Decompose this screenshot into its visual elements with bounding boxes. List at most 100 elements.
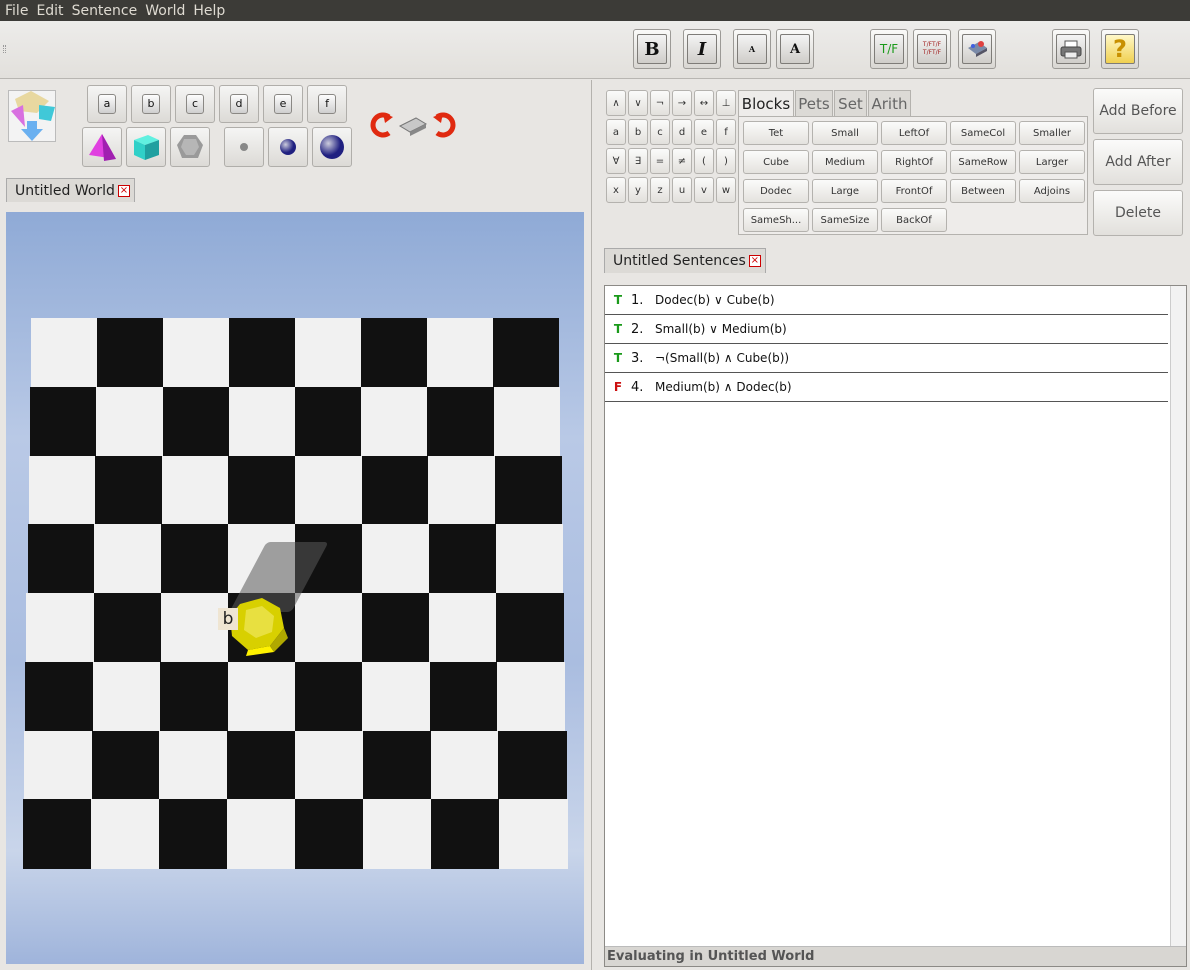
board-square[interactable] [295,455,363,525]
board-square[interactable] [229,318,296,388]
board-square[interactable] [492,318,560,388]
board-square[interactable] [30,386,97,456]
symbol-key[interactable]: b [628,119,648,145]
board-square[interactable] [499,799,568,869]
board-square[interactable] [228,386,296,456]
board-square[interactable] [495,524,563,594]
predicate-button[interactable]: RightOf [881,150,947,174]
predicate-button[interactable]: SameCol [950,121,1016,145]
symbol-key[interactable]: f [716,119,736,145]
board-square[interactable] [295,799,364,869]
toolbar-grip[interactable] [3,45,6,53]
predicate-button[interactable]: Medium [812,150,878,174]
predicate-button[interactable]: Larger [1019,150,1085,174]
symbol-key[interactable]: → [672,90,692,116]
large-size-button[interactable] [312,127,352,167]
bold-button[interactable]: B [633,29,671,69]
menu-sentence[interactable]: Sentence [72,3,138,19]
symbol-key[interactable]: ∃ [628,148,648,174]
symbol-key[interactable]: ∨ [628,90,648,116]
tab-arith[interactable]: Arith [868,90,911,116]
symbol-key[interactable]: ⊥ [716,90,736,116]
symbol-key[interactable]: ∧ [606,90,626,116]
sentence-row[interactable]: T 1. Dodec(b) ∨ Cube(b) [605,286,1168,315]
sentence-row[interactable]: F 4. Medium(b) ∧ Dodec(b) [605,373,1168,402]
board-square[interactable] [429,593,497,663]
board-square[interactable] [22,799,92,869]
board-square[interactable] [362,593,430,663]
predicate-button[interactable]: Dodec [743,179,809,203]
board-square[interactable] [295,593,363,663]
symbol-key[interactable]: ∀ [606,148,626,174]
predicate-button[interactable]: Adjoins [1019,179,1085,203]
symbol-key[interactable]: u [672,177,692,203]
symbol-key[interactable]: e [694,119,714,145]
board-square[interactable] [228,455,296,525]
tab-blocks[interactable]: Blocks [738,90,794,116]
board-square[interactable] [31,318,98,388]
predicate-button[interactable]: Smaller [1019,121,1085,145]
small-size-button[interactable] [224,127,264,167]
predicate-button[interactable]: Tet [743,121,809,145]
tab-pets[interactable]: Pets [795,90,833,116]
symbol-key[interactable]: ≠ [672,148,692,174]
board-square[interactable] [295,318,362,388]
board-square[interactable] [26,593,95,663]
add-before-button[interactable]: Add Before [1093,88,1183,134]
symbol-key[interactable]: y [628,177,648,203]
menu-world[interactable]: World [145,3,185,19]
sentence-text[interactable]: Dodec(b) ∨ Cube(b) [655,293,775,307]
predicate-button[interactable]: Large [812,179,878,203]
rotate-right-button[interactable] [430,110,460,140]
board-square[interactable] [362,730,432,800]
game-button[interactable] [958,29,996,69]
board-square[interactable] [360,318,428,388]
board-square[interactable] [160,661,229,731]
board-square[interactable] [363,799,432,869]
sentence-text[interactable]: Medium(b) ∧ Dodec(b) [655,380,792,394]
font-larger-button[interactable]: A [776,29,814,69]
symbol-key[interactable]: ¬ [650,90,670,116]
add-after-button[interactable]: Add After [1093,139,1183,185]
print-button[interactable] [1052,29,1090,69]
board-square[interactable] [163,318,230,388]
tet-button[interactable] [82,127,122,167]
predicate-button[interactable]: LeftOf [881,121,947,145]
cube-button[interactable] [126,127,166,167]
name-button-c[interactable]: c [175,85,215,123]
board-square[interactable] [361,524,430,594]
italic-button[interactable]: I [683,29,721,69]
symbol-key[interactable]: c [650,119,670,145]
board-square[interactable] [226,799,296,869]
board-square[interactable] [493,386,561,456]
board-square[interactable] [161,455,229,525]
sentence-row[interactable]: T 2. Small(b) ∨ Medium(b) [605,315,1168,344]
board-square[interactable] [428,524,497,594]
board-square[interactable] [92,661,161,731]
menu-help[interactable]: Help [193,3,225,19]
sentence-list[interactable]: T 1. Dodec(b) ∨ Cube(b) T 2. Small(b) ∨ Mediu… [604,285,1187,967]
font-smaller-button[interactable]: A [733,29,771,69]
name-button-b[interactable]: b [131,85,171,123]
verify-all-button[interactable]: T/FT/F T/FT/F [913,29,951,69]
menu-file[interactable]: File [5,3,28,19]
board-square[interactable] [28,455,96,525]
predicate-button[interactable]: SameSize [812,208,878,232]
board-square[interactable] [496,593,565,663]
board-square[interactable] [227,661,296,731]
board-square[interactable] [498,730,567,800]
board-square[interactable] [159,730,228,800]
board-square[interactable] [227,730,296,800]
symbol-key[interactable]: ) [716,148,736,174]
predicate-button[interactable]: Cube [743,150,809,174]
symbol-key[interactable]: d [672,119,692,145]
symbol-key[interactable]: a [606,119,626,145]
dodec-button[interactable] [170,127,210,167]
verify-button[interactable]: T/F [870,29,908,69]
board-square[interactable] [94,524,162,594]
board-square[interactable] [162,386,230,456]
sentence-text[interactable]: Small(b) ∨ Medium(b) [655,322,787,336]
symbol-key[interactable]: ↔ [694,90,714,116]
predicate-button[interactable]: Small [812,121,878,145]
predicate-button[interactable]: FrontOf [881,179,947,203]
